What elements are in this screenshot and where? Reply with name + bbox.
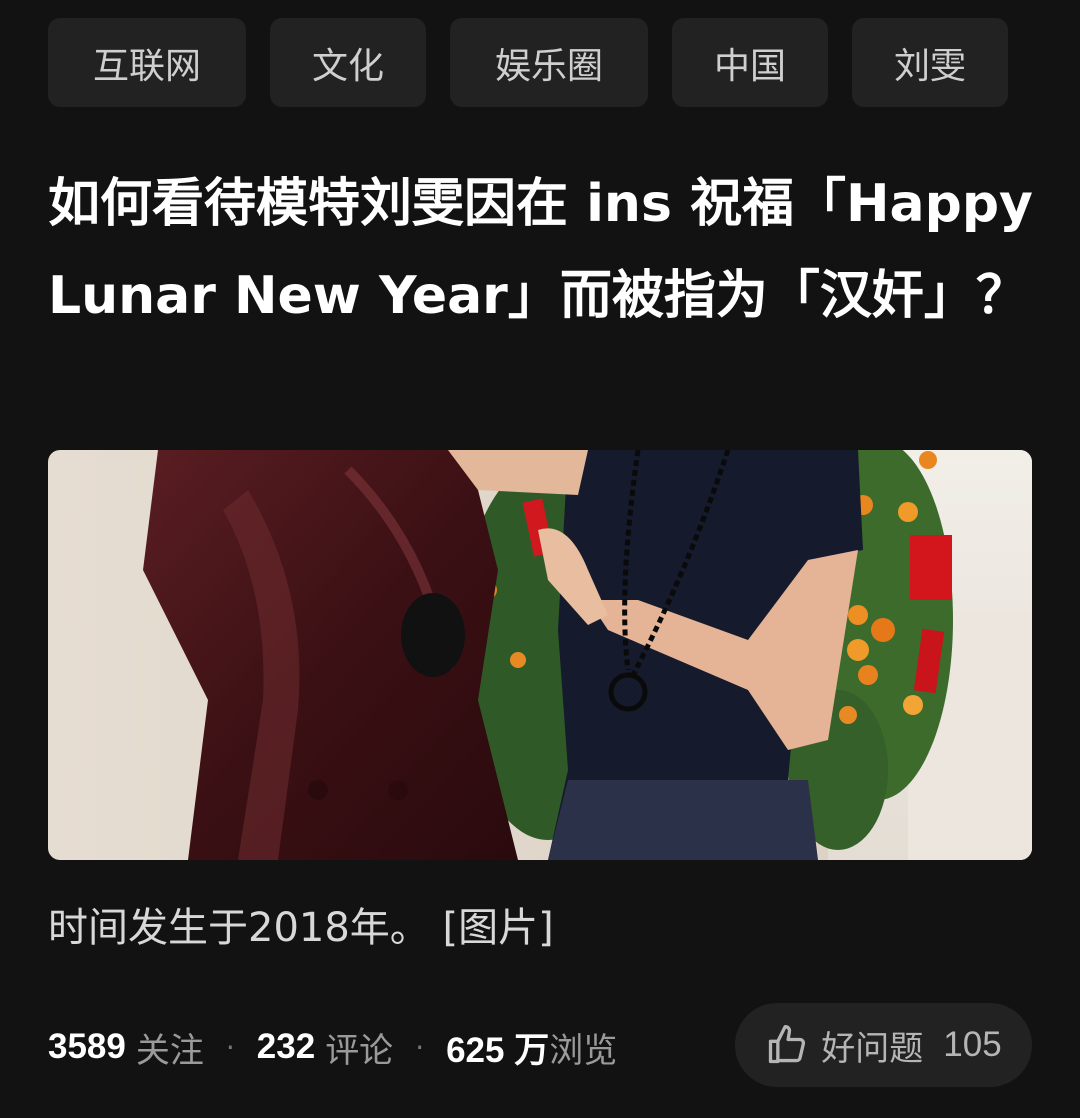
question-image[interactable] [48,450,1032,860]
stats-separator: · [415,1030,425,1064]
question-description: 时间发生于2018年。 [图片] [48,898,554,958]
good-question-button[interactable]: 好问题 105 [735,1003,1032,1087]
stats-separator: · [225,1030,235,1064]
topic-tag-liu-wen[interactable]: 刘雯 [852,18,1008,107]
followers-label: 关注 [135,1030,204,1071]
topic-tag-entertainment[interactable]: 娱乐圈 [450,18,648,107]
topic-tag-china[interactable]: 中国 [672,18,828,107]
thumbs-up-icon [765,1023,809,1067]
good-question-label: 好问题 [821,1028,924,1069]
views-label: 浏览 [549,1030,618,1071]
topic-tag-internet[interactable]: 互联网 [48,18,246,107]
description-text: 时间发生于2018年。 [48,905,430,951]
image-link[interactable]: [图片] [443,905,554,951]
good-question-count: 105 [943,1025,1002,1064]
views-count: 625 万 [446,1030,550,1070]
topic-tags: 互联网 文化 娱乐圈 中国 刘雯 [48,18,1008,107]
comments-label[interactable]: 评论 [325,1023,393,1072]
question-title: 如何看待模特刘雯因在 ins 祝福「Happy Lunar New Year」而… [48,174,1033,326]
followers-count: 3589 [48,1027,126,1066]
topic-tag-culture[interactable]: 文化 [270,18,426,107]
question-photo [48,450,1032,860]
comments-count[interactable]: 232 [257,1027,315,1067]
question-stats: 3589 关注 · 232 评论 · 625 万 浏览 [48,1020,617,1074]
